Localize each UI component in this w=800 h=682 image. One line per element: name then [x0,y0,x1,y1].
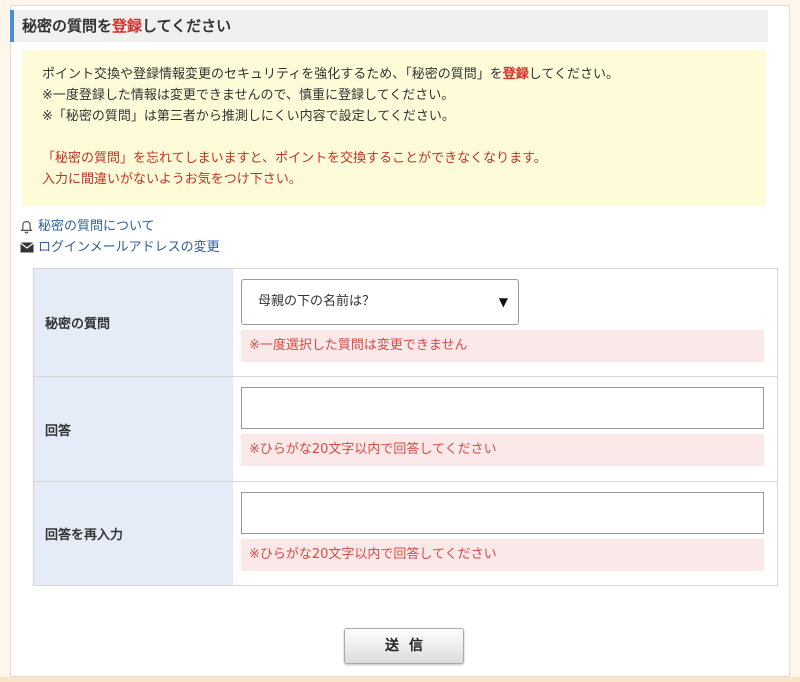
mail-icon [20,242,38,253]
answer-input[interactable] [241,387,764,429]
answer-hint: ※ひらがな20文字以内で回答してください [241,434,764,466]
notice-warning-2: 入力に間違いがないようお気をつけ下さい。 [42,172,302,187]
notice-line-1: ポイント交換や登録情報変更のセキュリティを強化するため、「秘密の質問」を登録して… [42,64,766,85]
about-secret-question-link[interactable]: 秘密の質問について [20,216,220,237]
notice-line-2: ※一度登録した情報は変更できませんので、慎重に登録してください。 [42,88,455,103]
notice-warning-1: 「秘密の質問」を忘れてしまいますと、ポイントを交換することができなくなります。 [42,151,547,166]
answer-cell: ※ひらがな20文字以内で回答してください [233,377,777,481]
submit-button[interactable]: 送信 [344,628,464,664]
question-select[interactable]: 母親の下の名前は？ ▼ [241,279,519,325]
question-label: 秘密の質問 [34,269,233,376]
bottom-bar [0,677,800,682]
triangle-down-icon: ▼ [498,295,508,309]
change-email-label: ログインメールアドレスの変更 [38,240,220,255]
notice-box: ポイント交換や登録情報変更のセキュリティを強化するため、「秘密の質問」を登録して… [22,50,766,206]
change-email-link[interactable]: ログインメールアドレスの変更 [20,237,220,258]
answer-confirm-row: 回答を再入力 ※ひらがな20文字以内で回答してください [34,482,777,585]
question-cell: 母親の下の名前は？ ▼ ※一度選択した質問は変更できません [233,269,777,376]
answer-confirm-cell: ※ひらがな20文字以内で回答してください [233,482,777,585]
help-links: 秘密の質問について ログインメールアドレスの変更 [20,216,220,258]
answer-row: 回答 ※ひらがな20文字以内で回答してください [34,377,777,482]
page-title-accent: 登録 [112,17,143,35]
answer-confirm-input[interactable] [241,492,764,534]
about-secret-question-label: 秘密の質問について [38,219,155,234]
page-title-suffix: してください [142,17,232,35]
question-hint: ※一度選択した質問は変更できません [241,330,764,362]
page-title: 秘密の質問を登録してください [10,10,768,42]
notice-line-1-prefix: ポイント交換や登録情報変更のセキュリティを強化するため、「秘密の質問」を [42,67,503,82]
answer-confirm-label: 回答を再入力 [34,482,233,585]
answer-label: 回答 [34,377,233,481]
bell-icon [20,220,38,234]
notice-line-3: ※「秘密の質問」は第三者から推測しにくい内容で設定してください。 [42,109,455,124]
question-select-value: 母親の下の名前は？ [258,294,376,309]
secret-question-form: 秘密の質問 母親の下の名前は？ ▼ ※一度選択した質問は変更できません 回答 ※… [33,268,778,586]
question-row: 秘密の質問 母親の下の名前は？ ▼ ※一度選択した質問は変更できません [34,269,777,377]
answer-confirm-hint: ※ひらがな20文字以内で回答してください [241,539,764,571]
notice-line-1-suffix: してください。 [528,67,619,82]
page-title-prefix: 秘密の質問を [22,17,113,35]
notice-line-1-accent: 登録 [502,67,529,82]
